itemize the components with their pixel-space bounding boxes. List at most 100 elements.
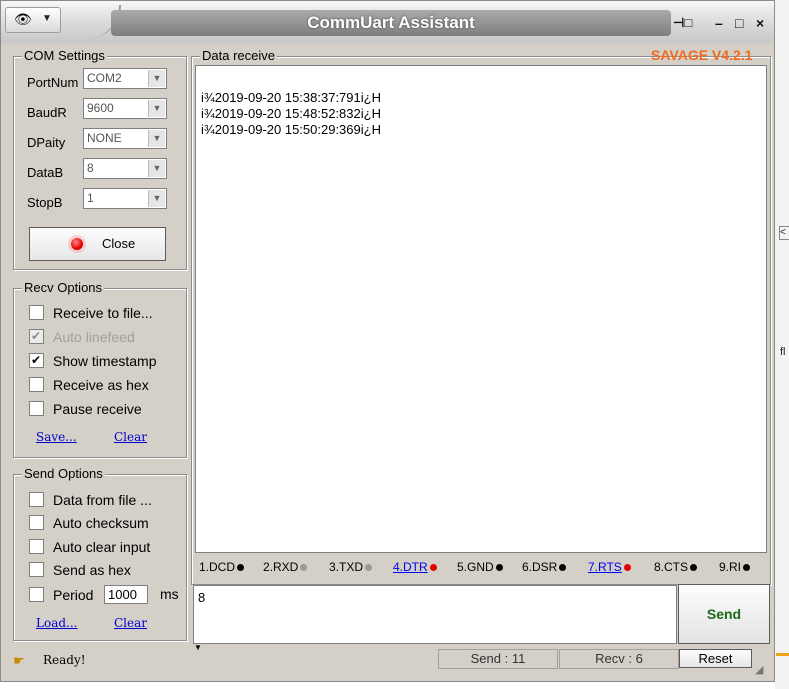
- dropdown-arrow-icon[interactable]: ▼: [148, 130, 165, 147]
- signal-label: 6.DSR: [522, 560, 558, 574]
- dropdown-arrow-icon[interactable]: ▼: [148, 100, 165, 117]
- dropdown-arrow-icon[interactable]: ▼: [148, 160, 165, 177]
- checkbox-box[interactable]: [29, 305, 44, 320]
- portnum-label: PortNum: [27, 75, 79, 90]
- checkbox-box[interactable]: [29, 492, 44, 507]
- stopb-value: 1: [87, 191, 94, 205]
- checkbox-label: Pause receive: [53, 401, 142, 417]
- signal-dot-icon: [365, 564, 373, 571]
- signal-dot-icon: [300, 564, 308, 571]
- clear-recv-link[interactable]: Clear: [114, 430, 147, 444]
- dropdown-arrow-icon[interactable]: ▼: [148, 70, 165, 87]
- status-bar: ☛ Ready! Send : 11 Recv : 6: [1, 647, 774, 681]
- resize-grip-icon[interactable]: ◢: [755, 663, 763, 676]
- period-input[interactable]: 1000: [104, 585, 148, 604]
- auto-checksum-checkbox[interactable]: Auto checksum: [29, 514, 149, 532]
- datab-select[interactable]: 8 ▼: [83, 158, 167, 179]
- recv-options-group: Recv Options Receive to file... Auto lin…: [13, 280, 187, 458]
- checkbox-label: Receive as hex: [53, 377, 149, 393]
- dropdown-arrow-icon[interactable]: ▼: [148, 190, 165, 207]
- signal-label: 1.DCD: [199, 560, 236, 574]
- receive-as-hex-checkbox[interactable]: Receive as hex: [29, 376, 149, 394]
- com-settings-title: COM Settings: [22, 48, 107, 63]
- app-logo-icon: 👁: [14, 11, 32, 27]
- send-as-hex-checkbox[interactable]: Send as hex: [29, 561, 131, 579]
- checkbox-box[interactable]: [29, 351, 44, 369]
- title-bar[interactable]: 👁 ▼ CommUart Assistant ⊣□ – □ ×: [1, 1, 774, 43]
- signal-dot-icon: [623, 564, 631, 571]
- ready-icon: ☛: [13, 653, 25, 668]
- checkbox-box[interactable]: [29, 327, 44, 345]
- signal-label: 9.RI: [719, 560, 742, 574]
- period-checkbox[interactable]: Period: [29, 586, 93, 604]
- close-window-button[interactable]: ×: [756, 10, 764, 36]
- send-button[interactable]: Send: [678, 584, 770, 644]
- signal-bar: 1.DCD 2.RXD 3.TXD 4.DTR 5.GND 6.DSR 7.RT…: [195, 556, 767, 578]
- checkbox-box[interactable]: [29, 587, 44, 602]
- receive-line: i¾2019-09-20 15:50:29:369i¿H: [201, 122, 381, 137]
- system-menu-button[interactable]: 👁 ▼: [5, 7, 61, 33]
- send-options-title: Send Options: [22, 466, 105, 481]
- load-link[interactable]: Load...: [36, 616, 77, 630]
- auto-clear-input-checkbox[interactable]: Auto clear input: [29, 538, 150, 556]
- checkbox-box[interactable]: [29, 515, 44, 530]
- signal-label[interactable]: 4.DTR: [393, 560, 428, 574]
- signal-dot-icon: [495, 564, 503, 571]
- dpaity-select[interactable]: NONE ▼: [83, 128, 167, 149]
- maximize-button[interactable]: □: [735, 10, 743, 36]
- data-receive-title: Data receive: [200, 48, 277, 63]
- checkbox-label: Period: [53, 587, 94, 603]
- stopb-select[interactable]: 1 ▼: [83, 188, 167, 209]
- checkbox-label: Auto checksum: [53, 515, 149, 531]
- window-title: CommUart Assistant: [111, 10, 671, 36]
- minimize-button[interactable]: –: [715, 10, 723, 36]
- com-settings-group: COM Settings PortNum COM2 ▼ BaudR 9600 ▼…: [13, 48, 187, 270]
- receive-to-file-checkbox[interactable]: Receive to file...: [29, 304, 153, 322]
- auto-linefeed-checkbox[interactable]: Auto linefeed: [29, 327, 135, 346]
- signal-rts[interactable]: 7.RTS: [588, 556, 631, 578]
- pin-icon[interactable]: ⊣□: [673, 10, 692, 36]
- datab-label: DataB: [27, 165, 64, 180]
- save-link[interactable]: Save...: [36, 430, 77, 444]
- status-led-icon: [71, 238, 83, 250]
- signal-rxd: 2.RXD: [263, 556, 308, 578]
- dpaity-label: DPaity: [27, 135, 66, 150]
- send-input[interactable]: 8: [193, 585, 677, 644]
- signal-dot-icon: [690, 564, 698, 571]
- clear-send-link[interactable]: Clear: [114, 616, 147, 630]
- send-options-group: Send Options Data from file ... Auto che…: [13, 466, 187, 641]
- stopb-label: StopB: [27, 195, 63, 210]
- chevron-down-icon: ▼: [42, 13, 52, 24]
- version-label: SAVAGE V4.2.1: [651, 47, 753, 63]
- checkbox-box[interactable]: [29, 562, 44, 577]
- close-port-label: Close: [102, 236, 136, 251]
- checkbox-box[interactable]: [29, 377, 44, 392]
- portnum-value: COM2: [87, 71, 122, 85]
- dpaity-value: NONE: [87, 131, 122, 145]
- signal-ri: 9.RI: [719, 556, 751, 578]
- reset-button[interactable]: Reset: [679, 649, 752, 668]
- checkbox-label: Send as hex: [53, 562, 131, 578]
- signal-dot-icon: [237, 564, 245, 571]
- signal-dsr: 6.DSR: [522, 556, 567, 578]
- checkbox-box[interactable]: [29, 401, 44, 416]
- checkbox-label: Data from file ...: [53, 492, 152, 508]
- signal-label: 5.GND: [457, 560, 494, 574]
- receive-line: i¾2019-09-20 15:48:52:832i¿H: [201, 106, 381, 121]
- data-from-file-checkbox[interactable]: Data from file ...: [29, 491, 152, 509]
- signal-dtr[interactable]: 4.DTR: [393, 556, 437, 578]
- signal-dot-icon: [559, 564, 567, 571]
- signal-txd: 3.TXD: [329, 556, 373, 578]
- pause-receive-checkbox[interactable]: Pause receive: [29, 400, 142, 418]
- portnum-select[interactable]: COM2 ▼: [83, 68, 167, 89]
- signal-label[interactable]: 7.RTS: [588, 560, 622, 574]
- baudr-value: 9600: [87, 101, 114, 115]
- show-timestamp-checkbox[interactable]: Show timestamp: [29, 351, 156, 370]
- checkbox-box[interactable]: [29, 539, 44, 554]
- recv-count: Recv : 6: [559, 649, 679, 669]
- baudr-select[interactable]: 9600 ▼: [83, 98, 167, 119]
- receive-text-area[interactable]: i¾2019-09-20 15:38:37:791i¿H i¾2019-09-2…: [195, 65, 767, 553]
- checkbox-label: Receive to file...: [53, 305, 153, 321]
- close-port-button[interactable]: Close: [29, 227, 166, 261]
- period-unit: ms: [160, 586, 179, 602]
